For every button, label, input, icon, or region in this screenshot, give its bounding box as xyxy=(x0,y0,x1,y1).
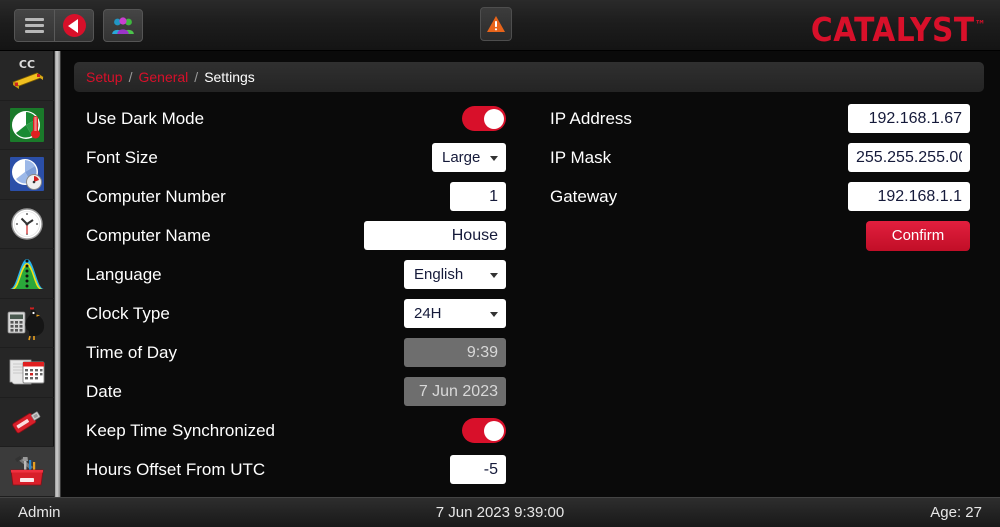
label-computer-number: Computer Number xyxy=(86,186,226,206)
sidebar: CC xyxy=(0,51,54,497)
settings-column-left: Use Dark Mode Font Size Large Computer N… xyxy=(86,99,506,489)
confirm-button[interactable]: Confirm xyxy=(866,220,970,251)
label-time-of-day: Time of Day xyxy=(86,342,178,362)
fan-timer-icon xyxy=(10,157,44,192)
growth-curve-icon xyxy=(10,259,44,290)
label-clock-type: Clock Type xyxy=(86,303,170,323)
sidebar-item-clock[interactable] xyxy=(0,200,54,249)
input-hours-offset-from-utc[interactable] xyxy=(450,455,506,484)
label-keep-time-synchronized: Keep Time Synchronized xyxy=(86,420,275,440)
field-gateway: Gateway xyxy=(550,177,970,216)
label-language: Language xyxy=(86,264,162,284)
content-panel: Setup / General / Settings Use Dark Mode… xyxy=(62,51,1000,497)
usb-drive-icon xyxy=(12,411,41,434)
users-button[interactable] xyxy=(103,9,143,42)
menu-button[interactable] xyxy=(15,10,54,41)
select-clock-type-value: 24H xyxy=(414,305,442,322)
hamburger-icon xyxy=(25,18,44,33)
alarm-button[interactable] xyxy=(480,7,512,41)
label-use-dark-mode: Use Dark Mode xyxy=(86,108,205,128)
brand-text: CATALYST xyxy=(810,10,975,49)
label-hours-offset-from-utc: Hours Offset From UTC xyxy=(86,459,266,479)
sidebar-item-tools[interactable] xyxy=(0,447,54,497)
sidebar-item-climate[interactable] xyxy=(0,101,54,150)
back-arrow-icon xyxy=(62,14,86,37)
label-ip-address: IP Address xyxy=(550,108,632,128)
chevron-down-icon xyxy=(490,272,498,278)
field-computer-number: Computer Number xyxy=(86,177,506,216)
toggle-knob xyxy=(483,108,504,129)
chevron-down-icon xyxy=(490,311,498,317)
select-language-value: English xyxy=(414,266,464,283)
breadcrumb: Setup / General / Settings xyxy=(74,62,984,92)
input-time-of-day xyxy=(404,338,506,367)
breadcrumb-current: Settings xyxy=(204,69,255,85)
field-language: Language English xyxy=(86,255,506,294)
back-button[interactable] xyxy=(54,10,93,41)
label-date: Date xyxy=(86,381,122,401)
nav-button-group xyxy=(14,9,94,42)
settings-column-right: IP Address IP Mask Gateway xyxy=(550,99,970,255)
status-age: Age: 27 xyxy=(930,504,982,521)
sidebar-scrollbar[interactable] xyxy=(54,51,61,497)
input-computer-name[interactable] xyxy=(364,221,506,250)
sidebar-item-usb[interactable] xyxy=(0,398,54,447)
field-clock-type: Clock Type 24H xyxy=(86,294,506,333)
select-language[interactable]: English xyxy=(404,260,506,289)
toolbox-icon xyxy=(10,456,44,486)
input-computer-number[interactable] xyxy=(450,182,506,211)
clock-icon xyxy=(11,208,43,240)
chevron-down-icon xyxy=(490,155,498,161)
warning-triangle-icon xyxy=(487,16,505,32)
input-ip-mask[interactable] xyxy=(848,143,970,172)
breadcrumb-item-setup[interactable]: Setup xyxy=(86,69,123,85)
toggle-keep-time-synchronized[interactable] xyxy=(462,418,506,443)
field-date: Date xyxy=(86,372,506,411)
sidebar-item-reports[interactable] xyxy=(0,348,54,398)
breadcrumb-item-general[interactable]: General xyxy=(138,69,188,85)
field-computer-name: Computer Name xyxy=(86,216,506,255)
input-gateway[interactable] xyxy=(848,182,970,211)
label-ip-mask: IP Mask xyxy=(550,147,612,167)
field-ip-address: IP Address xyxy=(550,99,970,138)
sidebar-item-cc-meter[interactable]: CC xyxy=(0,51,54,101)
field-font-size: Font Size Large xyxy=(86,138,506,177)
field-hours-offset-from-utc: Hours Offset From UTC xyxy=(86,450,506,489)
input-ip-address[interactable] xyxy=(848,104,970,133)
calendar-report-icon xyxy=(9,359,45,385)
input-date xyxy=(404,377,506,406)
status-bar: Admin 7 Jun 2023 9:39:00 Age: 27 xyxy=(0,497,1000,527)
toggle-use-dark-mode[interactable] xyxy=(462,106,506,131)
svg-text:CC: CC xyxy=(19,58,35,71)
label-gateway: Gateway xyxy=(550,186,618,206)
breadcrumb-separator: / xyxy=(128,69,133,85)
app-window: CATALYST™ CC Setup / General / Settings … xyxy=(0,0,1000,527)
label-computer-name: Computer Name xyxy=(86,225,211,245)
field-time-of-day: Time of Day xyxy=(86,333,506,372)
status-datetime: 7 Jun 2023 9:39:00 xyxy=(435,504,565,521)
confirm-row: Confirm xyxy=(550,216,970,255)
cc-bar-icon: CC xyxy=(12,58,44,90)
sidebar-item-flock[interactable] xyxy=(0,299,54,348)
field-keep-time-synchronized: Keep Time Synchronized xyxy=(86,411,506,450)
breadcrumb-separator: / xyxy=(194,69,199,85)
brand-trademark: ™ xyxy=(974,18,986,32)
field-use-dark-mode: Use Dark Mode xyxy=(86,99,506,138)
select-font-size[interactable]: Large xyxy=(432,143,506,172)
toggle-knob xyxy=(483,420,504,441)
label-font-size: Font Size xyxy=(86,147,158,167)
top-bar: CATALYST™ xyxy=(0,0,1000,51)
select-font-size-value: Large xyxy=(442,149,481,166)
people-icon xyxy=(112,16,134,34)
chicken-calculator-icon xyxy=(7,307,45,340)
sidebar-item-ventilation[interactable] xyxy=(0,150,54,200)
select-clock-type[interactable]: 24H xyxy=(404,299,506,328)
field-ip-mask: IP Mask xyxy=(550,138,970,177)
fan-thermometer-icon xyxy=(10,107,44,142)
brand-logo: CATALYST™ xyxy=(811,5,986,50)
sidebar-item-growth-curve[interactable] xyxy=(0,249,54,299)
